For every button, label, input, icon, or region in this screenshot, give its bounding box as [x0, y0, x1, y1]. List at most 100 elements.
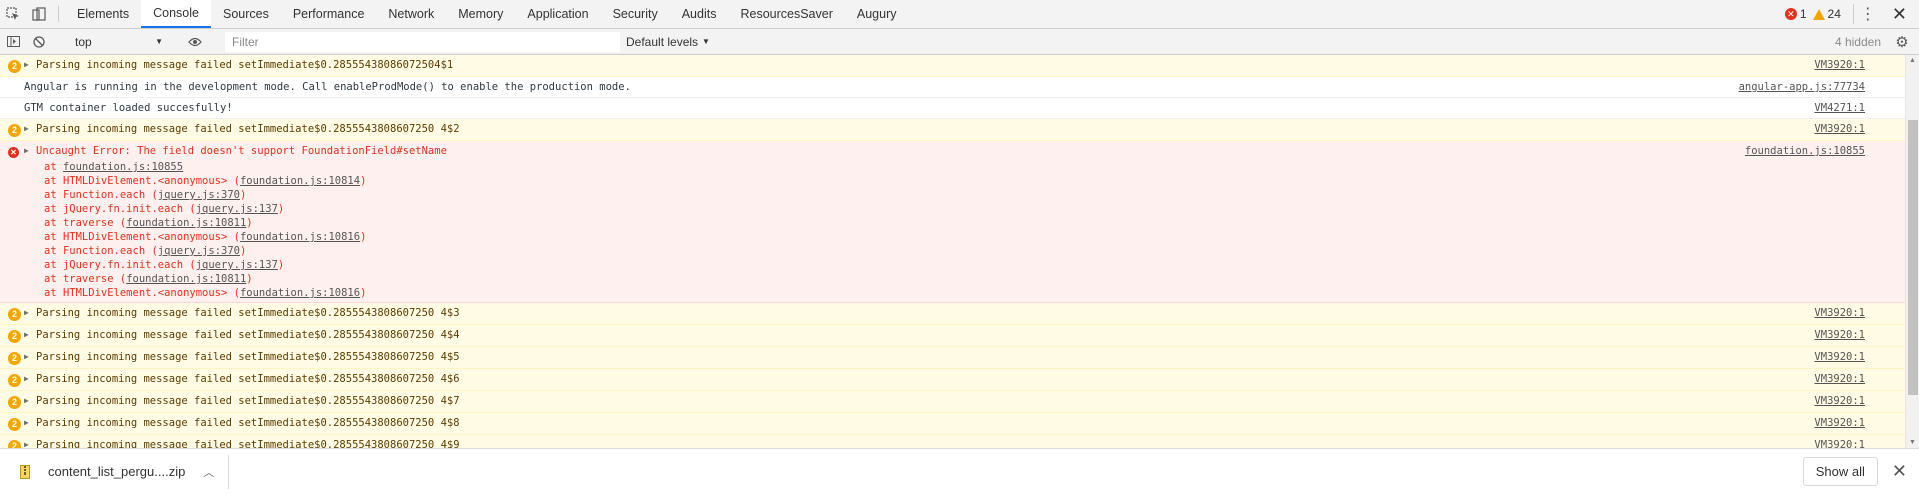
- stack-source-link[interactable]: foundation.js:10816: [240, 287, 360, 299]
- stack-trace-line: at HTMLDivElement.<anonymous> (foundatio…: [8, 230, 366, 244]
- stack-source-link[interactable]: jquery.js:370: [158, 189, 240, 201]
- stack-trace-line: at traverse (foundation.js:10811): [8, 216, 253, 230]
- tab-sources[interactable]: Sources: [211, 0, 281, 28]
- device-toolbar-icon[interactable]: [26, 0, 52, 28]
- scroll-down-icon[interactable]: ▼: [1909, 439, 1916, 446]
- console-error-row[interactable]: ✕ ▶ Uncaught Error: The field doesn't supp…: [0, 141, 1905, 303]
- tab-augury[interactable]: Augury: [845, 0, 909, 28]
- tab-security[interactable]: Security: [601, 0, 670, 28]
- expand-triangle-icon[interactable]: ▶: [24, 143, 36, 159]
- devtools-tabbar: Elements Console Sources Performance Network…: [0, 0, 1919, 29]
- message-text: Parsing incoming message failed setImmed…: [36, 417, 460, 429]
- source-link[interactable]: VM3920:1: [1814, 57, 1865, 73]
- repeat-count-badge: 2: [8, 308, 21, 321]
- warning-counter[interactable]: 24: [1812, 7, 1841, 21]
- console-messages: 2 ▶ Parsing incoming message failed setImm…: [0, 55, 1905, 448]
- show-sidebar-icon[interactable]: [0, 36, 26, 47]
- expand-triangle-icon[interactable]: ▶: [24, 415, 36, 431]
- stack-suffix: ): [277, 203, 285, 215]
- stack-trace-line: at Function.each (jquery.js:370): [8, 244, 246, 258]
- stack-source-link[interactable]: foundation.js:10816: [240, 231, 360, 243]
- source-link[interactable]: VM3920:1: [1814, 437, 1865, 448]
- zip-file-icon: [20, 464, 30, 479]
- stack-source-link[interactable]: jquery.js:370: [158, 245, 240, 257]
- tab-memory[interactable]: Memory: [446, 0, 515, 28]
- console-settings-gear-icon[interactable]: ⚙: [1889, 33, 1915, 51]
- source-link[interactable]: VM3920:1: [1814, 121, 1865, 137]
- log-levels-dropdown[interactable]: Default levels ▼: [626, 35, 710, 49]
- stack-source-link[interactable]: foundation.js:10814: [240, 175, 360, 187]
- expand-triangle-icon[interactable]: ▶: [24, 305, 36, 321]
- console-warning-row[interactable]: 2 ▶ Parsing incoming message failed setImm…: [0, 435, 1905, 448]
- repeat-count-badge: 2: [8, 418, 21, 431]
- source-link[interactable]: VM3920:1: [1814, 371, 1865, 387]
- stack-trace-line: at foundation.js:10855: [8, 160, 183, 174]
- source-link[interactable]: VM3920:1: [1814, 393, 1865, 409]
- download-item[interactable]: content_list_pergu....zip ︿: [0, 454, 230, 489]
- error-count: 1: [1799, 7, 1807, 21]
- stack-trace-line: at jQuery.fn.init.each (jquery.js:137): [8, 258, 284, 272]
- source-link[interactable]: VM3920:1: [1814, 349, 1865, 365]
- stack-source-link[interactable]: foundation.js:10811: [126, 217, 246, 229]
- tabbar-right: ✕ 1 24 ⋮ ✕: [1784, 0, 1919, 28]
- warning-icon: [1812, 8, 1825, 20]
- badge-slot: 2: [8, 328, 24, 344]
- close-download-bar-icon[interactable]: ✕: [1892, 461, 1907, 482]
- close-devtools-icon[interactable]: ✕: [1888, 4, 1911, 25]
- console-warning-row[interactable]: 2 ▶ Parsing incoming message failed setImm…: [0, 55, 1905, 77]
- source-link[interactable]: VM3920:1: [1814, 327, 1865, 343]
- console-warning-row[interactable]: 2 ▶ Parsing incoming message failed setImm…: [0, 347, 1905, 369]
- badge-slot: 2: [8, 416, 24, 432]
- expand-triangle-icon[interactable]: ▶: [24, 393, 36, 409]
- expand-triangle-icon[interactable]: ▶: [24, 371, 36, 387]
- expand-triangle-icon[interactable]: ▶: [24, 437, 36, 448]
- dropdown-arrow-icon: ▼: [702, 37, 710, 46]
- tab-network[interactable]: Network: [376, 0, 446, 28]
- repeat-count-badge: 2: [8, 440, 21, 448]
- more-options-icon[interactable]: ⋮: [1852, 4, 1882, 24]
- tab-resourcessaver[interactable]: ResourcesSaver: [728, 0, 844, 28]
- source-link[interactable]: VM4271:1: [1814, 100, 1865, 116]
- expand-triangle-icon[interactable]: ▶: [24, 349, 36, 365]
- error-source-link[interactable]: foundation.js:10855: [1745, 143, 1865, 159]
- context-value: top: [75, 34, 92, 49]
- live-expression-eye-icon[interactable]: [182, 37, 208, 47]
- source-link[interactable]: VM3920:1: [1814, 305, 1865, 321]
- error-counter[interactable]: ✕ 1: [1784, 7, 1807, 21]
- tab-audits[interactable]: Audits: [670, 0, 729, 28]
- console-warning-row[interactable]: 2 ▶ Parsing incoming message failed setImm…: [0, 391, 1905, 413]
- expand-triangle-icon[interactable]: ▶: [24, 121, 36, 137]
- source-link[interactable]: VM3920:1: [1814, 415, 1865, 431]
- scrollbar-thumb[interactable]: [1908, 120, 1918, 395]
- console-scrollbar[interactable]: ▲ ▼: [1905, 55, 1919, 448]
- stack-source-link[interactable]: jquery.js:137: [196, 203, 278, 215]
- repeat-count-badge: 2: [8, 60, 21, 73]
- console-warning-row[interactable]: 2 ▶ Parsing incoming message failed setImm…: [0, 413, 1905, 435]
- filter-input[interactable]: [225, 31, 620, 52]
- stack-suffix: ): [277, 259, 285, 271]
- download-bar-right: Show all ✕: [1802, 457, 1919, 486]
- console-warning-row[interactable]: 2 ▶ Parsing incoming message failed setImm…: [0, 119, 1905, 141]
- tab-performance[interactable]: Performance: [281, 0, 377, 28]
- chevron-up-icon[interactable]: ︿: [203, 464, 214, 480]
- message-text: Parsing incoming message failed setImmed…: [36, 329, 460, 341]
- console-warning-row[interactable]: 2 ▶ Parsing incoming message failed setImm…: [0, 369, 1905, 391]
- clear-console-icon[interactable]: [26, 35, 52, 48]
- stack-source-link[interactable]: jquery.js:137: [196, 259, 278, 271]
- stack-source-link[interactable]: foundation.js:10811: [126, 273, 246, 285]
- stack-source-link[interactable]: foundation.js:10855: [63, 161, 183, 173]
- tab-console[interactable]: Console: [141, 0, 211, 28]
- expand-triangle-icon[interactable]: ▶: [24, 57, 36, 73]
- stack-trace-line: at HTMLDivElement.<anonymous> (foundatio…: [8, 174, 366, 188]
- scroll-up-icon[interactable]: ▲: [1909, 57, 1916, 64]
- inspect-element-icon[interactable]: [0, 0, 26, 28]
- console-warning-row[interactable]: 2 ▶ Parsing incoming message failed setImm…: [0, 325, 1905, 347]
- show-all-button[interactable]: Show all: [1802, 457, 1878, 486]
- expand-triangle-icon[interactable]: ▶: [24, 327, 36, 343]
- stack-suffix: ): [360, 287, 367, 299]
- context-select[interactable]: top ▼: [69, 32, 169, 52]
- source-link[interactable]: angular-app.js:77734: [1739, 79, 1865, 95]
- console-warning-row[interactable]: 2 ▶ Parsing incoming message failed setImm…: [0, 303, 1905, 325]
- tab-elements[interactable]: Elements: [65, 0, 141, 28]
- tab-application[interactable]: Application: [515, 0, 600, 28]
